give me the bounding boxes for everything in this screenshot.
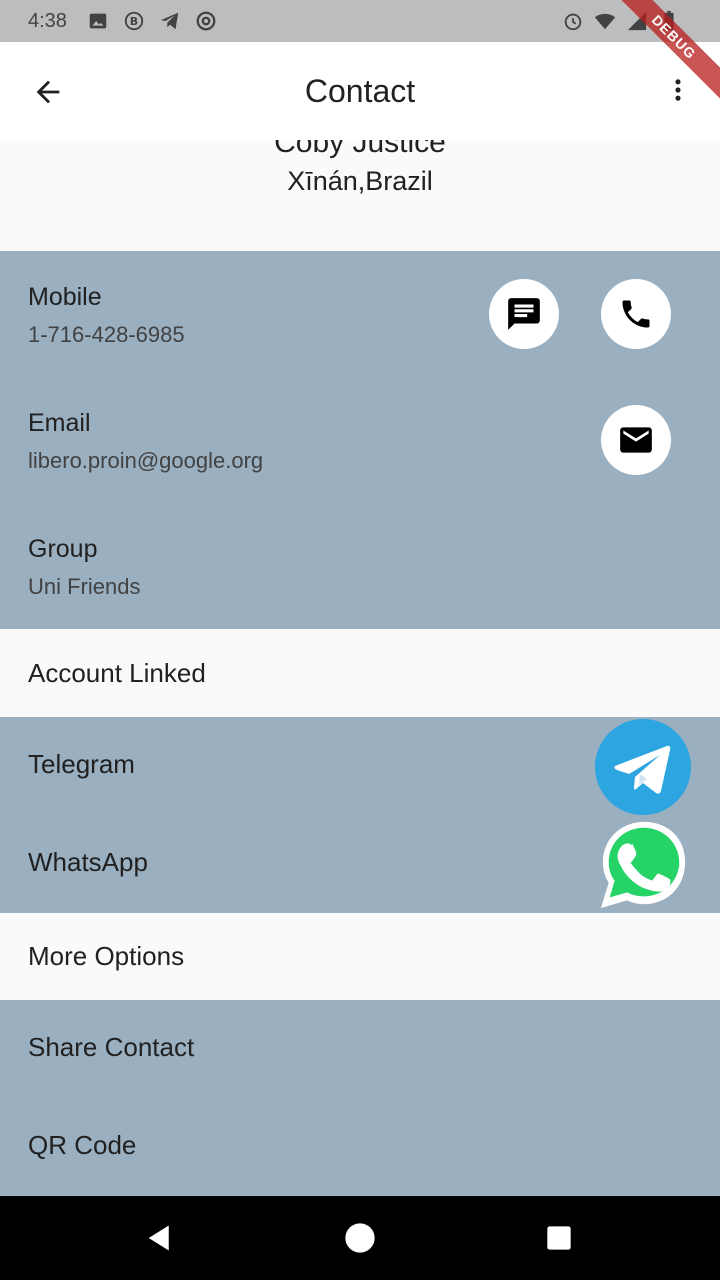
- phone-icon: [622, 300, 650, 328]
- qr-code-item[interactable]: QR Code: [28, 1130, 136, 1161]
- contact-details-section: Mobile 1-716-428-6985 Email libero.proin…: [0, 251, 720, 629]
- more-options-heading: More Options: [0, 913, 720, 1000]
- alarm-icon: [562, 10, 584, 32]
- nav-back-button[interactable]: [142, 1220, 178, 1256]
- mobile-label: Mobile: [28, 283, 102, 311]
- email-row: Email libero.proin@google.org: [28, 409, 263, 474]
- nav-home-icon: [345, 1223, 375, 1253]
- battery-icon: [658, 10, 680, 32]
- back-button[interactable]: [30, 74, 66, 110]
- contact-header: Coby Justice Xīnán,Brazil: [0, 140, 720, 251]
- email-button[interactable]: [601, 405, 671, 475]
- status-bar: 4:38 B: [0, 0, 720, 42]
- arrow-back-icon: [36, 80, 60, 104]
- message-button[interactable]: [489, 279, 559, 349]
- whatsapp-item[interactable]: WhatsApp: [28, 847, 148, 878]
- mobile-row: Mobile 1-716-428-6985: [28, 283, 185, 348]
- message-icon: [508, 298, 540, 330]
- contact-location: Xīnán,Brazil: [287, 166, 433, 196]
- nav-home-button[interactable]: [342, 1220, 378, 1256]
- group-label: Group: [28, 535, 98, 563]
- telegram-logo-icon: [595, 719, 691, 815]
- nav-recents-icon: [547, 1226, 571, 1250]
- app-bar: Contact: [0, 42, 720, 140]
- whatsapp-logo-icon: [600, 821, 686, 909]
- status-time: 4:38: [28, 9, 67, 32]
- system-nav-bar: [0, 1196, 720, 1280]
- signal-icon: [626, 10, 648, 32]
- telegram-icon: [159, 10, 181, 32]
- more-options-button[interactable]: [664, 72, 692, 108]
- mail-icon: [620, 427, 652, 453]
- more-vert-icon: [675, 79, 681, 101]
- at-icon: [195, 10, 217, 32]
- status-right-icons: [562, 10, 680, 32]
- email-value: libero.proin@google.org: [28, 448, 264, 473]
- call-button[interactable]: [601, 279, 671, 349]
- wifi-icon: [594, 10, 616, 32]
- telegram-item[interactable]: Telegram: [28, 749, 135, 780]
- status-left-icons: B: [87, 10, 217, 32]
- account-linked-section: Telegram WhatsApp: [0, 717, 720, 913]
- contact-name: Coby Justice: [274, 140, 446, 159]
- b-circle-icon: B: [123, 10, 145, 32]
- telegram-button[interactable]: [595, 719, 691, 815]
- account-linked-heading: Account Linked: [0, 629, 720, 717]
- nav-recents-button[interactable]: [541, 1220, 577, 1256]
- page-title: Contact: [304, 72, 416, 109]
- whatsapp-button[interactable]: [596, 817, 692, 913]
- image-icon: [87, 10, 109, 32]
- share-contact-item[interactable]: Share Contact: [28, 1032, 194, 1063]
- more-options-section: Share Contact QR Code: [0, 1000, 720, 1196]
- svg-text:B: B: [130, 15, 138, 28]
- mobile-value: 1-716-428-6985: [28, 322, 185, 347]
- nav-back-icon: [148, 1225, 169, 1251]
- group-value: Uni Friends: [28, 574, 141, 599]
- email-label: Email: [28, 409, 91, 437]
- group-row: Group Uni Friends: [28, 535, 140, 600]
